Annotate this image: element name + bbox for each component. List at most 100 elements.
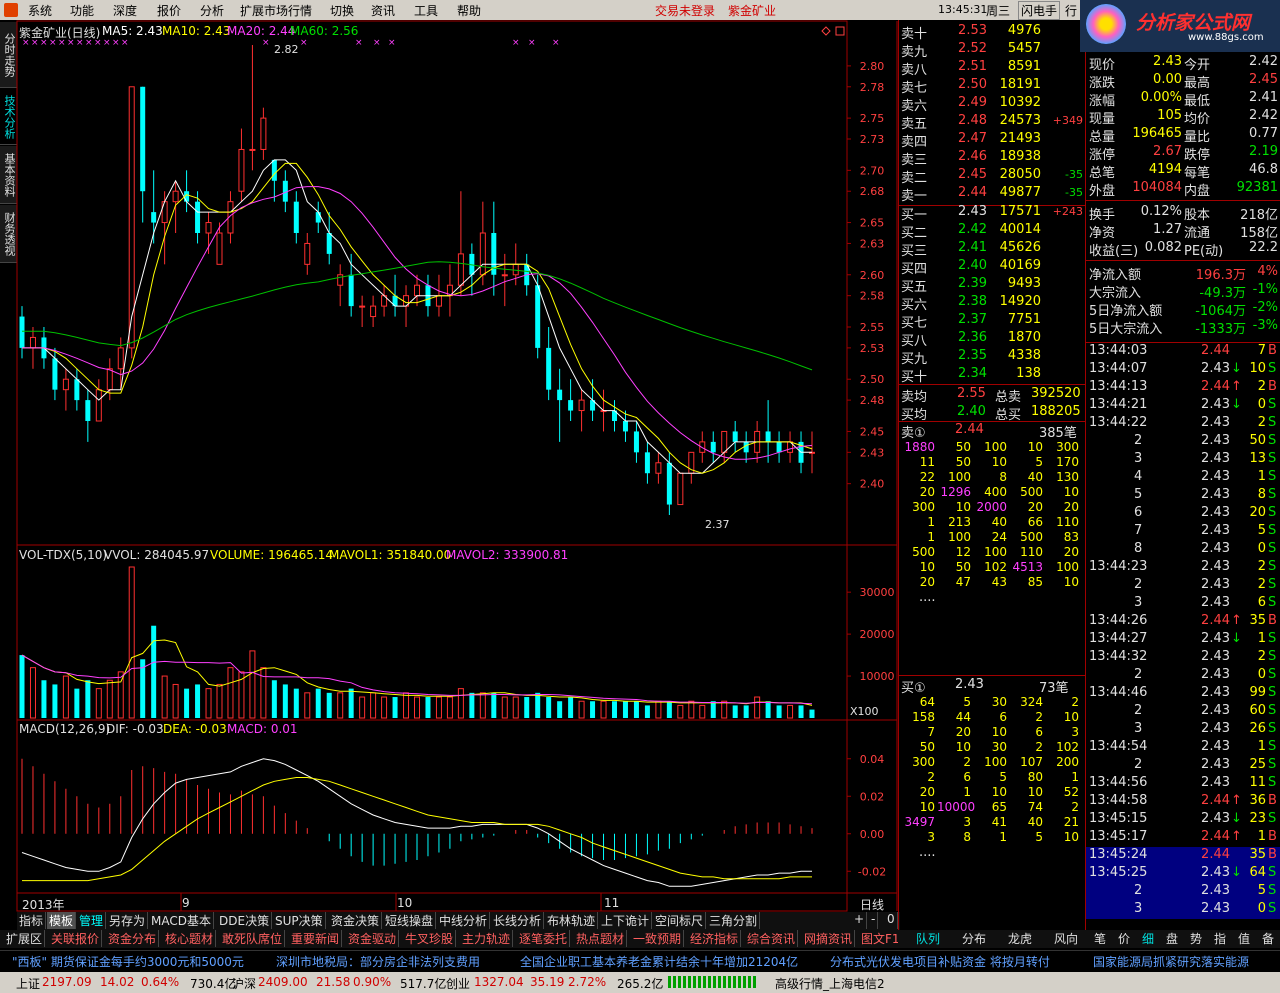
extension-tab[interactable]: 重要新闻 — [289, 930, 343, 947]
indicator-tab[interactable]: 上下诡计 — [599, 912, 653, 929]
macd-title: MACD(12,26,9) — [19, 722, 111, 736]
extension-tab[interactable]: 关联报价 — [49, 930, 103, 947]
indicator-tab[interactable]: MACD基本 — [149, 912, 214, 929]
remove-tab-button[interactable]: - — [869, 912, 879, 929]
tick-time: 13:44:22 — [1089, 415, 1148, 430]
indicator-tab[interactable]: 长线分析 — [491, 912, 545, 929]
indicator-tab[interactable]: 另存为 — [107, 912, 149, 929]
news-ticker[interactable]: "西板" 期货保证金每手约3000元和5000元 深圳市地税局：部分房企非法列支费… — [0, 950, 1280, 970]
buy-avg-price: 2.40 — [957, 404, 986, 419]
tick-row[interactable]: 13:44:03 2.44 7 B — [1086, 343, 1280, 361]
extension-tab[interactable]: 资金驱动 — [346, 930, 400, 947]
detail-tab[interactable]: 值 — [1233, 930, 1255, 947]
tick-row[interactable]: 13:44:07 2.43 ↓ 10 S — [1086, 361, 1280, 379]
tick-row[interactable]: 7 2.43 5 S — [1086, 523, 1280, 541]
diamond-icon[interactable] — [821, 26, 831, 36]
tick-row[interactable]: 5 2.43 8 S — [1086, 487, 1280, 505]
indicator-tab[interactable]: DDE决策 — [217, 912, 273, 929]
tick-row[interactable]: 2 2.43 2 S — [1086, 577, 1280, 595]
tick-row[interactable]: 13:44:27 2.43 ↓ 1 S — [1086, 631, 1280, 649]
tick-row[interactable]: 2 2.43 50 S — [1086, 433, 1280, 451]
right-tab[interactable]: 队列 — [906, 930, 950, 947]
tick-row[interactable]: 13:44:56 2.43 11 S — [1086, 775, 1280, 793]
tick-row[interactable]: 13:44:21 2.43 ↓ 0 S — [1086, 397, 1280, 415]
period-label[interactable]: 日线 — [860, 896, 884, 913]
tick-row[interactable]: 13:45:24 2.44 35 B — [1086, 847, 1280, 865]
detail-tab[interactable]: 势 — [1185, 930, 1207, 947]
extension-tab[interactable]: 资金分布 — [106, 930, 160, 947]
extension-tab[interactable]: 综合资讯 — [745, 930, 799, 947]
tick-row[interactable]: 13:44:58 2.44 ↑ 36 B — [1086, 793, 1280, 811]
tick-row[interactable]: 13:44:26 2.44 ↑ 35 B — [1086, 613, 1280, 631]
tick-row[interactable]: 2 2.43 0 S — [1086, 667, 1280, 685]
tick-row[interactable]: 13:44:46 2.43 99 S — [1086, 685, 1280, 703]
news-item[interactable]: 国家能源局抓紧研究落实能源 — [1093, 953, 1280, 970]
detail-tab[interactable]: 笔 — [1089, 930, 1111, 947]
server-name[interactable]: 高级行情_上海电信2 — [775, 975, 885, 992]
extension-tab[interactable]: 逐笔委托 — [517, 930, 571, 947]
indicator-tab[interactable]: 布林轨迹 — [545, 912, 599, 929]
tick-row[interactable]: 2 2.43 5 S — [1086, 883, 1280, 901]
extension-tab[interactable]: 敢死队席位 — [220, 930, 286, 947]
tick-row[interactable]: 13:45:17 2.44 ↑ 1 B — [1086, 829, 1280, 847]
tick-row[interactable]: 8 2.43 0 S — [1086, 541, 1280, 559]
detail-tab[interactable]: 备 — [1257, 930, 1279, 947]
ma5-legend: MA5: 2.43 — [102, 24, 163, 38]
zero-tab-button[interactable]: 0 — [885, 912, 898, 929]
detail-tab[interactable]: 价 — [1113, 930, 1135, 947]
tick-row[interactable]: 13:45:25 2.43 ↓ 64 S — [1086, 865, 1280, 883]
tick-row[interactable]: 3 2.43 0 S — [1086, 901, 1280, 919]
tick-detail-list[interactable]: 13:44:03 2.44 7 B 13:44:07 2.43 ↓ 10 S 13:44:13 2.… — [1085, 342, 1280, 930]
tick-row[interactable]: 3 2.43 13 S — [1086, 451, 1280, 469]
extension-tab[interactable]: 网摘资讯 — [802, 930, 856, 947]
extension-tab[interactable]: 主力轨迹 — [460, 930, 514, 947]
indicator-tab[interactable]: 管理 — [77, 912, 107, 929]
indicator-tab[interactable]: 短线操盘 — [383, 912, 437, 929]
tick-row[interactable]: 13:44:23 2.43 2 S — [1086, 559, 1280, 577]
indicator-tab[interactable]: 指标 — [17, 912, 47, 929]
order-book-row: 卖四 2.47 21493 — [899, 131, 1085, 150]
tick-row[interactable]: 13:44:32 2.43 2 S — [1086, 649, 1280, 667]
tick-row[interactable]: 13:45:15 2.43 ↓ 23 S — [1086, 811, 1280, 829]
tick-row[interactable]: 13:44:22 2.43 2 S — [1086, 415, 1280, 433]
extension-tab[interactable]: 扩展区 — [4, 930, 46, 947]
extension-tab[interactable]: 经济指标 — [688, 930, 742, 947]
tick-row[interactable]: 6 2.43 20 S — [1086, 505, 1280, 523]
add-tab-button[interactable]: + — [852, 912, 868, 929]
tick-row[interactable]: 4 2.43 1 S — [1086, 469, 1280, 487]
flash-trade-button[interactable]: 闪电手 — [1018, 1, 1061, 20]
detail-tab[interactable]: 细 — [1137, 930, 1159, 947]
right-tab[interactable]: 分布 — [952, 930, 996, 947]
price-axis-label: 2.65 — [860, 217, 885, 230]
indicator-tab[interactable]: 模板 — [47, 912, 77, 929]
extension-tab[interactable]: 牛叉珍股 — [403, 930, 457, 947]
tick-row[interactable]: 13:44:54 2.43 1 S — [1086, 739, 1280, 757]
tick-row[interactable]: 13:44:13 2.44 ↑ 2 B — [1086, 379, 1280, 397]
tick-row[interactable]: 3 2.43 26 S — [1086, 721, 1280, 739]
detail-tab[interactable]: 指 — [1209, 930, 1231, 947]
indicator-tab[interactable]: 中线分析 — [437, 912, 491, 929]
more-button[interactable]: 行 — [1065, 2, 1077, 19]
square-icon[interactable] — [835, 26, 845, 36]
indicator-tab[interactable]: 三角分割 — [707, 912, 761, 929]
chart-area[interactable]: 2.80 2.78 2.75 2.73 2.70 2.68 2.65 2.63 2.60 2.58… — [0, 0, 900, 930]
right-tab[interactable]: 龙虎 — [998, 930, 1042, 947]
tick-row[interactable]: 2 2.43 60 S — [1086, 703, 1280, 721]
news-item[interactable]: 分布式光伏发电项目补贴资金 将按月转付 — [830, 953, 1050, 970]
right-tab[interactable]: 风向 — [1044, 930, 1088, 947]
indicator-tab[interactable]: 资金决策 — [329, 912, 383, 929]
indicator-tab[interactable]: SUP决策 — [273, 912, 326, 929]
news-item[interactable]: 全国企业职工基本养老金累计结余十年增加21204亿 — [520, 953, 798, 970]
tick-row[interactable]: 3 2.43 6 S — [1086, 595, 1280, 613]
info-value: 0.12% — [1140, 204, 1182, 219]
indicator-tab[interactable]: 空间标尺 — [653, 912, 707, 929]
news-item[interactable]: 深圳市地税局：部分房企非法列支费用 — [276, 953, 480, 970]
macd-axis-label: -0.02 — [858, 865, 886, 878]
news-item[interactable]: "西板" 期货保证金每手约3000元和5000元 — [12, 953, 244, 970]
extension-tab[interactable]: 一致预期 — [631, 930, 685, 947]
level-change: -35 — [1065, 186, 1083, 199]
extension-tab[interactable]: 热点题材 — [574, 930, 628, 947]
extension-tab[interactable]: 核心题材 — [163, 930, 217, 947]
detail-tab[interactable]: 盘 — [1161, 930, 1183, 947]
tick-row[interactable]: 2 2.43 25 S — [1086, 757, 1280, 775]
